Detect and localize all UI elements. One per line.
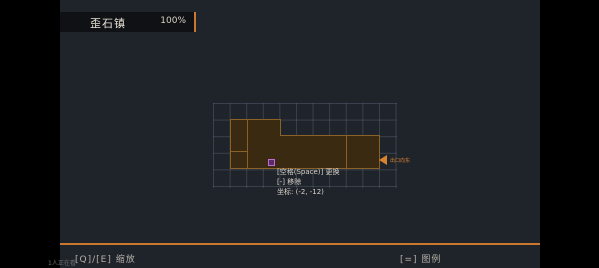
exit-label: 出口向东 — [390, 158, 411, 164]
tooltip-coordinates: 坐标: (-2, -12) — [277, 188, 324, 196]
footer-divider — [60, 243, 540, 245]
location-header: 歪石镇 100% — [60, 12, 196, 32]
location-name: 歪石镇 — [90, 17, 126, 30]
exit-arrow-icon[interactable] — [379, 155, 387, 165]
tooltip-swap-hint: [空格(Space)] 更换 — [277, 168, 340, 176]
right-device-bezel — [540, 0, 599, 268]
tooltip-remove-hint: [-] 移除 — [277, 178, 302, 186]
map-tooltip: [空格(Space)] 更换 [-] 移除 坐标: (-2, -12) — [277, 167, 339, 197]
room-wall-vertical — [247, 119, 248, 169]
left-device-bezel — [0, 0, 60, 268]
room-wall-vertical-east — [346, 135, 347, 169]
map-room-east[interactable] — [280, 135, 380, 169]
explore-percent: 100% — [160, 16, 186, 26]
zoom-hint[interactable]: [Q]/[E] 缩放 — [75, 252, 136, 265]
viewer-count: 1人正在看 — [48, 260, 76, 267]
legend-hint[interactable]: [=] 图例 — [400, 252, 441, 265]
room-wall-horizontal — [230, 151, 247, 152]
player-position-marker[interactable] — [268, 159, 275, 166]
